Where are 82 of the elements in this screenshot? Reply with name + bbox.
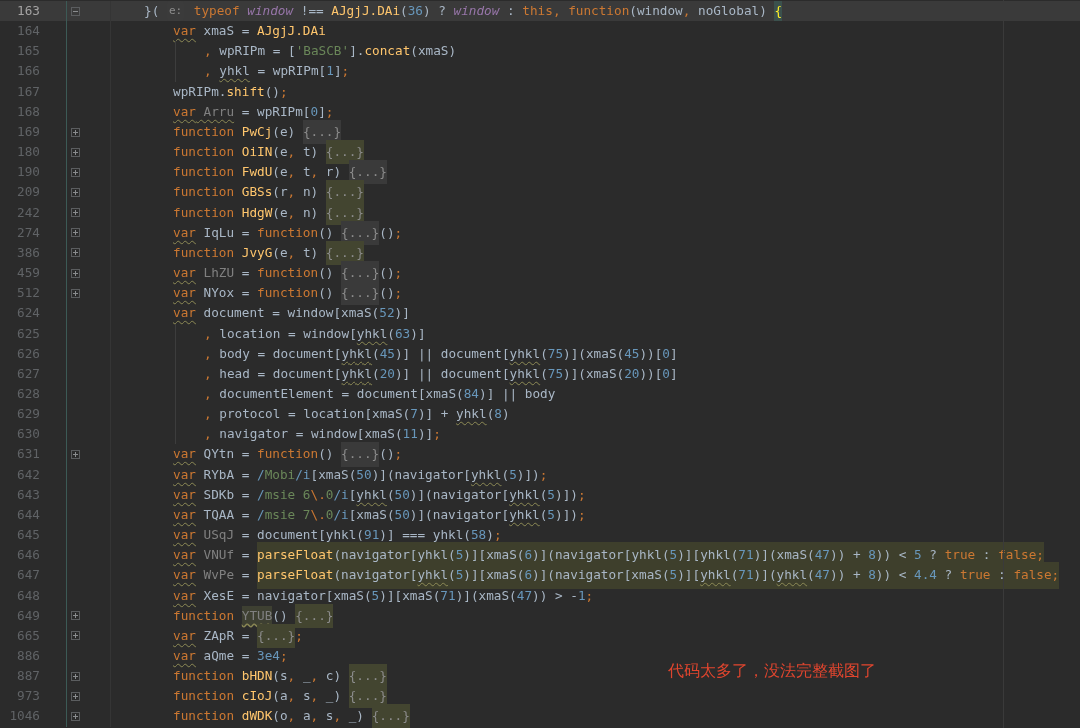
line-number: 165 — [16, 42, 40, 61]
code-line: , navigator = window[xmaS(11)]; — [204, 425, 442, 444]
line-number: 626 — [16, 344, 40, 363]
fold-plus-icon[interactable] — [71, 691, 80, 701]
code-line: var NYox = function() {...}(); — [173, 283, 1080, 304]
code-line: , wpRIPm = ['BaSCB'].concat(xmaS) — [204, 42, 458, 61]
line-number: 887 — [16, 667, 40, 686]
line-number: 169 — [16, 122, 40, 141]
code-line: , location = window[yhkl(63)] — [204, 324, 427, 343]
fold-plus-icon[interactable] — [71, 147, 80, 157]
line-number: 242 — [16, 203, 40, 222]
line-number: 886 — [16, 647, 40, 665]
line-number: 168 — [16, 102, 40, 121]
line-number: 459 — [16, 264, 40, 283]
code-line: , body = document[yhkl(45)] || document[yhkl(75)](xmaS(45))[0] — [204, 344, 679, 364]
line-number: 631 — [16, 445, 40, 464]
line-number: 644 — [16, 505, 40, 524]
fold-plus-icon[interactable] — [71, 127, 80, 137]
line-number: 166 — [16, 62, 40, 81]
code-line: function dWDK(o, a, s, _) {...} — [173, 706, 1080, 727]
line-number: 209 — [16, 183, 40, 202]
code-line: function YTUB() {...} — [173, 605, 1080, 626]
fold-plus-icon[interactable] — [71, 167, 80, 177]
line-number: 512 — [16, 284, 40, 303]
code-line: , protocol = location[xmaS(7)] + yhkl(8) — [204, 405, 511, 424]
code-line: var document = window[xmaS(52)] — [173, 304, 411, 323]
line-number: 386 — [16, 243, 40, 262]
line-number: 649 — [16, 606, 40, 625]
line-number: 274 — [16, 223, 40, 242]
line-number: 643 — [16, 485, 40, 504]
line-number: 624 — [16, 304, 40, 323]
fold-plus-icon[interactable] — [71, 671, 80, 681]
line-number: 973 — [16, 687, 40, 706]
code-line: var aQme = 3e4; — [173, 647, 289, 665]
line-number: 180 — [16, 143, 40, 162]
code-line: var SDKb = /msie 6\.0/i[yhkl(50)](navigator[yhkl(5)]); — [173, 485, 587, 504]
code-line: , yhkl = wpRIPm[1]; — [204, 62, 351, 81]
code-line: var xmaS = AJgjJ.DAi — [173, 22, 327, 41]
fold-plus-icon[interactable] — [71, 450, 80, 459]
annotation-text: 代码太多了，没法完整截图了 — [668, 661, 876, 682]
line-number: 190 — [16, 163, 40, 182]
fold-plus-icon[interactable] — [71, 188, 80, 197]
line-number: 627 — [16, 364, 40, 383]
line-number: 628 — [16, 384, 40, 403]
line-number: 163 — [16, 2, 40, 20]
code-line: , documentElement = document[xmaS(84)] || body — [204, 384, 557, 404]
code-line: var RYbA = /Mobi/i[xmaS(50)](navigator[yhkl(5)]); — [173, 465, 549, 484]
code-line: , head = document[yhkl(20)] || document[yhkl(75)](xmaS(20))[0] — [204, 364, 679, 384]
line-number: 1046 — [8, 707, 40, 726]
fold-plus-icon[interactable] — [71, 712, 80, 722]
line-number: 625 — [16, 324, 40, 343]
fold-plus-icon[interactable] — [71, 288, 80, 298]
code-line: var ZApR = {...}; — [173, 625, 1080, 646]
line-number: 630 — [16, 425, 40, 444]
line-number: 164 — [16, 22, 40, 41]
line-number: 665 — [16, 626, 40, 645]
code-line: function OiIN(e, t) {...} — [173, 142, 1080, 163]
code-line: function cIoJ(a, s, _) {...} — [173, 686, 1080, 707]
line-number: 645 — [16, 526, 40, 545]
code-line: var XesE = navigator[xmaS(5)][xmaS(71)](xmaS(47)) > -1; — [173, 586, 595, 605]
code-line: wpRIPm.shift(); — [173, 82, 289, 101]
code-line: function PwCj(e) {...} — [173, 121, 1080, 143]
fold-minus-icon[interactable] — [71, 6, 80, 16]
fold-plus-icon[interactable] — [71, 268, 80, 278]
line-number: 647 — [16, 566, 40, 585]
fold-plus-icon[interactable] — [71, 248, 80, 258]
line-number: 167 — [16, 82, 40, 101]
code-line: function FwdU(e, t, r) {...} — [173, 162, 1080, 183]
line-number: 648 — [16, 586, 40, 605]
code-line: var IqLu = function() {...}(); — [173, 222, 1080, 243]
code-line: var USqJ = document[yhkl(91)] === yhkl(58); — [173, 526, 503, 545]
code-line: function HdgW(e, n) {...} — [173, 202, 1080, 223]
code-line: var TQAA = /msie 7\.0/i[xmaS(50)](navigator[yhkl(5)]); — [173, 505, 587, 524]
fold-plus-icon[interactable] — [71, 228, 80, 238]
code-line: var Arru = wpRIPm[0]; — [173, 102, 335, 121]
fold-plus-icon[interactable] — [71, 631, 80, 641]
fold-plus-icon[interactable] — [71, 208, 80, 218]
line-number: 646 — [16, 546, 40, 565]
code-line: var QYtn = function() {...}(); — [173, 444, 1080, 465]
line-number: 629 — [16, 405, 40, 424]
line-number: 642 — [16, 465, 40, 484]
fold-plus-icon[interactable] — [71, 611, 80, 621]
